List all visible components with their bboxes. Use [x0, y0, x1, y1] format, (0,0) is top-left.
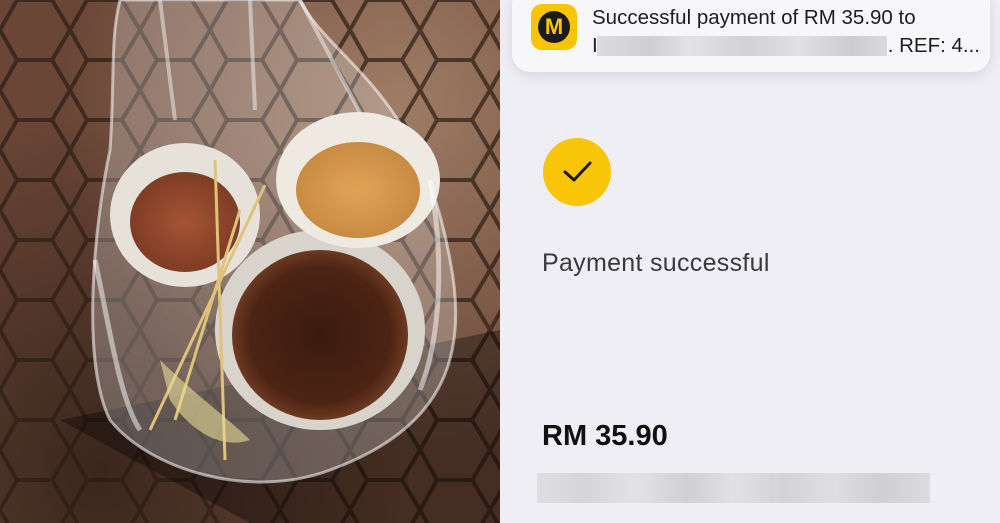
redacted-detail: [537, 473, 930, 503]
m-logo-icon: M: [531, 4, 577, 50]
food-photo: [0, 0, 500, 523]
payment-amount: RM 35.90: [542, 420, 668, 452]
notification-message-line2: I . REF: 4...: [592, 34, 980, 58]
photo-illustration: [0, 0, 500, 523]
notification-ref: . REF: 4...: [887, 34, 980, 57]
payment-notification[interactable]: M Successful payment of RM 35.90 to I . …: [512, 0, 990, 72]
notification-message: Successful payment of RM 35.90 to: [592, 6, 916, 29]
payment-status: Payment successful: [542, 249, 770, 277]
redacted-recipient: [597, 36, 887, 56]
m-logo-letter: M: [538, 11, 570, 43]
checkmark-icon: [543, 138, 611, 206]
